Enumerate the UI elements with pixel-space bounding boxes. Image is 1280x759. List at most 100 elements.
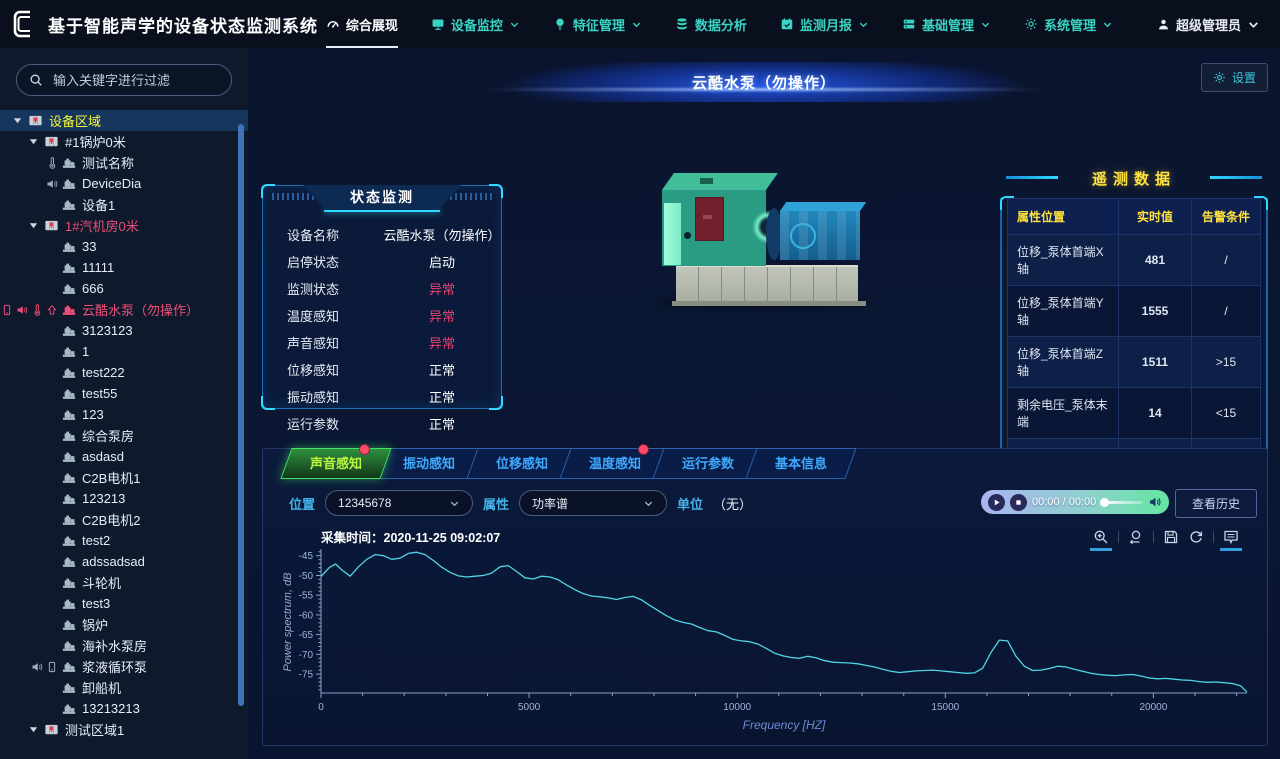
panel-decoration [324,210,440,212]
device-icon [62,639,76,653]
alarm-condition: >15 [1192,337,1261,388]
device-icon [62,429,76,443]
tree-item-2[interactable]: 测试名称 [0,152,248,173]
tree-item-10[interactable]: 3123123 [0,320,248,341]
tree-filter-input[interactable] [51,72,219,89]
tree-item-11[interactable]: 1 [0,341,248,362]
user-menu[interactable]: 超级管理员 [1157,15,1260,34]
tree-item-5[interactable]: 1#汽机房0米 [0,215,248,236]
alarm-condition: / [1192,235,1261,286]
tree-item-21[interactable]: adssadsad [0,551,248,572]
nav-menu: 综合展现 设备监控 特征管理 数据分析 监测月报 基础管理 系统管理 [326,0,1113,48]
device-icon [62,534,76,548]
nav-item-6[interactable]: 系统管理 [1024,0,1113,48]
tree-item-26[interactable]: 浆液循环泵 [0,656,248,677]
speaker-alarm-icon [46,178,58,190]
stop-button[interactable] [1010,494,1027,511]
svg-text:-45: -45 [299,551,314,562]
tree-item-29[interactable]: 测试区域1 [0,719,248,740]
model-port [684,232,691,239]
tree-scrollbar-thumb[interactable] [238,124,244,706]
tree-item-25[interactable]: 海补水泵房 [0,635,248,656]
thermo-alarm-icon [31,304,43,316]
svg-text:20000: 20000 [1139,702,1167,713]
tree-item-15[interactable]: 综合泵房 [0,425,248,446]
attribute-select[interactable]: 功率谱 [519,490,667,516]
tree-item-28[interactable]: 13213213 [0,698,248,719]
slider-thumb[interactable] [1100,498,1109,507]
tree-item-12[interactable]: test222 [0,362,248,383]
tree-expander-icon[interactable] [28,220,39,231]
tree-item-22[interactable]: 斗轮机 [0,572,248,593]
tree-item-20[interactable]: test2 [0,530,248,551]
device-title-banner: 云酷水泵（勿操作） [444,62,1084,102]
panel-corner [1254,196,1268,210]
tree-item-19[interactable]: C2B电机2 [0,509,248,530]
tree-item-7[interactable]: 11111 [0,257,248,278]
spectrum-chart[interactable]: -45-50-55-60-65-70-750500010000150002000… [279,543,1255,743]
telemetry-row-3: 剩余电压_泵体末端 14 <15 [1008,388,1261,439]
alarm-condition: / [1192,286,1261,337]
volume-icon[interactable] [1148,495,1162,509]
tree-item-4[interactable]: 设备1 [0,194,248,215]
device-icon [62,408,76,422]
player-seek-slider[interactable] [1101,501,1143,504]
view-history-button[interactable]: 查看历史 [1175,489,1257,518]
nav-item-3[interactable]: 数据分析 [675,0,747,48]
panel-corner [1000,196,1014,210]
tree-item-17[interactable]: C2B电机1 [0,467,248,488]
tree-item-14[interactable]: 123 [0,404,248,425]
tree-item-24[interactable]: 锅炉 [0,614,248,635]
svg-text:Power spectrum, dB: Power spectrum, dB [282,572,294,671]
audio-player: 00:00 / 00:00 [981,490,1169,514]
svg-text:0: 0 [318,702,324,713]
tree-expander-icon[interactable] [28,724,39,735]
query-bar: 位置 12345678 属性 功率谱 单位 （无） [289,490,752,516]
tree-expander-icon[interactable] [12,115,23,126]
device-tree-sidebar: 设备区域 #1锅炉0米 测试名称 DeviceDia 设备1 1#汽机房0米 3… [0,48,248,759]
tree-item-13[interactable]: test55 [0,383,248,404]
tree-search-box [16,64,232,96]
tree-item-23[interactable]: test3 [0,593,248,614]
tree-item-18[interactable]: 123213 [0,488,248,509]
tree-item-0[interactable]: 设备区域 [0,110,248,131]
tree-item-6[interactable]: 33 [0,236,248,257]
nav-item-2[interactable]: 特征管理 [553,0,642,48]
tree-expander-icon[interactable] [28,136,39,147]
status-value: 正常 [383,360,501,379]
status-row-7: 运行参数 正常 [263,410,501,437]
tree-item-1[interactable]: #1锅炉0米 [0,131,248,152]
svg-text:-75: -75 [299,670,314,681]
bulb-icon [553,17,567,31]
panel-corner [261,396,275,410]
model-pump-top [780,202,866,211]
speaker-alarm-icon [16,304,28,316]
server-icon [902,17,916,31]
status-value: 异常 [383,306,501,325]
tree-item-9[interactable]: 云酷水泵（勿操作） [0,299,248,320]
tree-item-8[interactable]: 666 [0,278,248,299]
nav-item-4[interactable]: 监测月报 [780,0,869,48]
toolbox-divider [1118,531,1119,543]
nav-item-5[interactable]: 基础管理 [902,0,991,48]
tree-item-16[interactable]: asdasd [0,446,248,467]
unit-value: （无） [713,494,752,513]
toolbox-divider [1153,531,1154,543]
telemetry-col-header: 实时值 [1119,199,1192,235]
svg-text:-60: -60 [299,610,314,621]
settings-button[interactable]: 设置 [1201,63,1268,92]
location-select[interactable]: 12345678 [325,490,473,516]
device-icon [62,702,76,716]
phone-alarm-icon [46,661,58,673]
tree-item-27[interactable]: 卸船机 [0,677,248,698]
nav-item-0[interactable]: 综合展现 [326,0,398,48]
tree-item-3[interactable]: DeviceDia [0,173,248,194]
device-3d-model[interactable] [654,164,874,312]
tab-5[interactable]: 基本信息 [745,448,856,479]
status-monitor-panel: 状态监测 设备名称 云酷水泵（勿操作） 启停状态 启动 监测状态 异常 温度感知… [262,185,502,409]
status-rows: 设备名称 云酷水泵（勿操作） 启停状态 启动 监测状态 异常 温度感知 异常 声… [263,221,501,437]
nav-item-1[interactable]: 设备监控 [431,0,520,48]
play-button[interactable] [988,494,1005,511]
device-icon [62,324,76,338]
tab-0[interactable]: 声音感知 [280,448,391,479]
